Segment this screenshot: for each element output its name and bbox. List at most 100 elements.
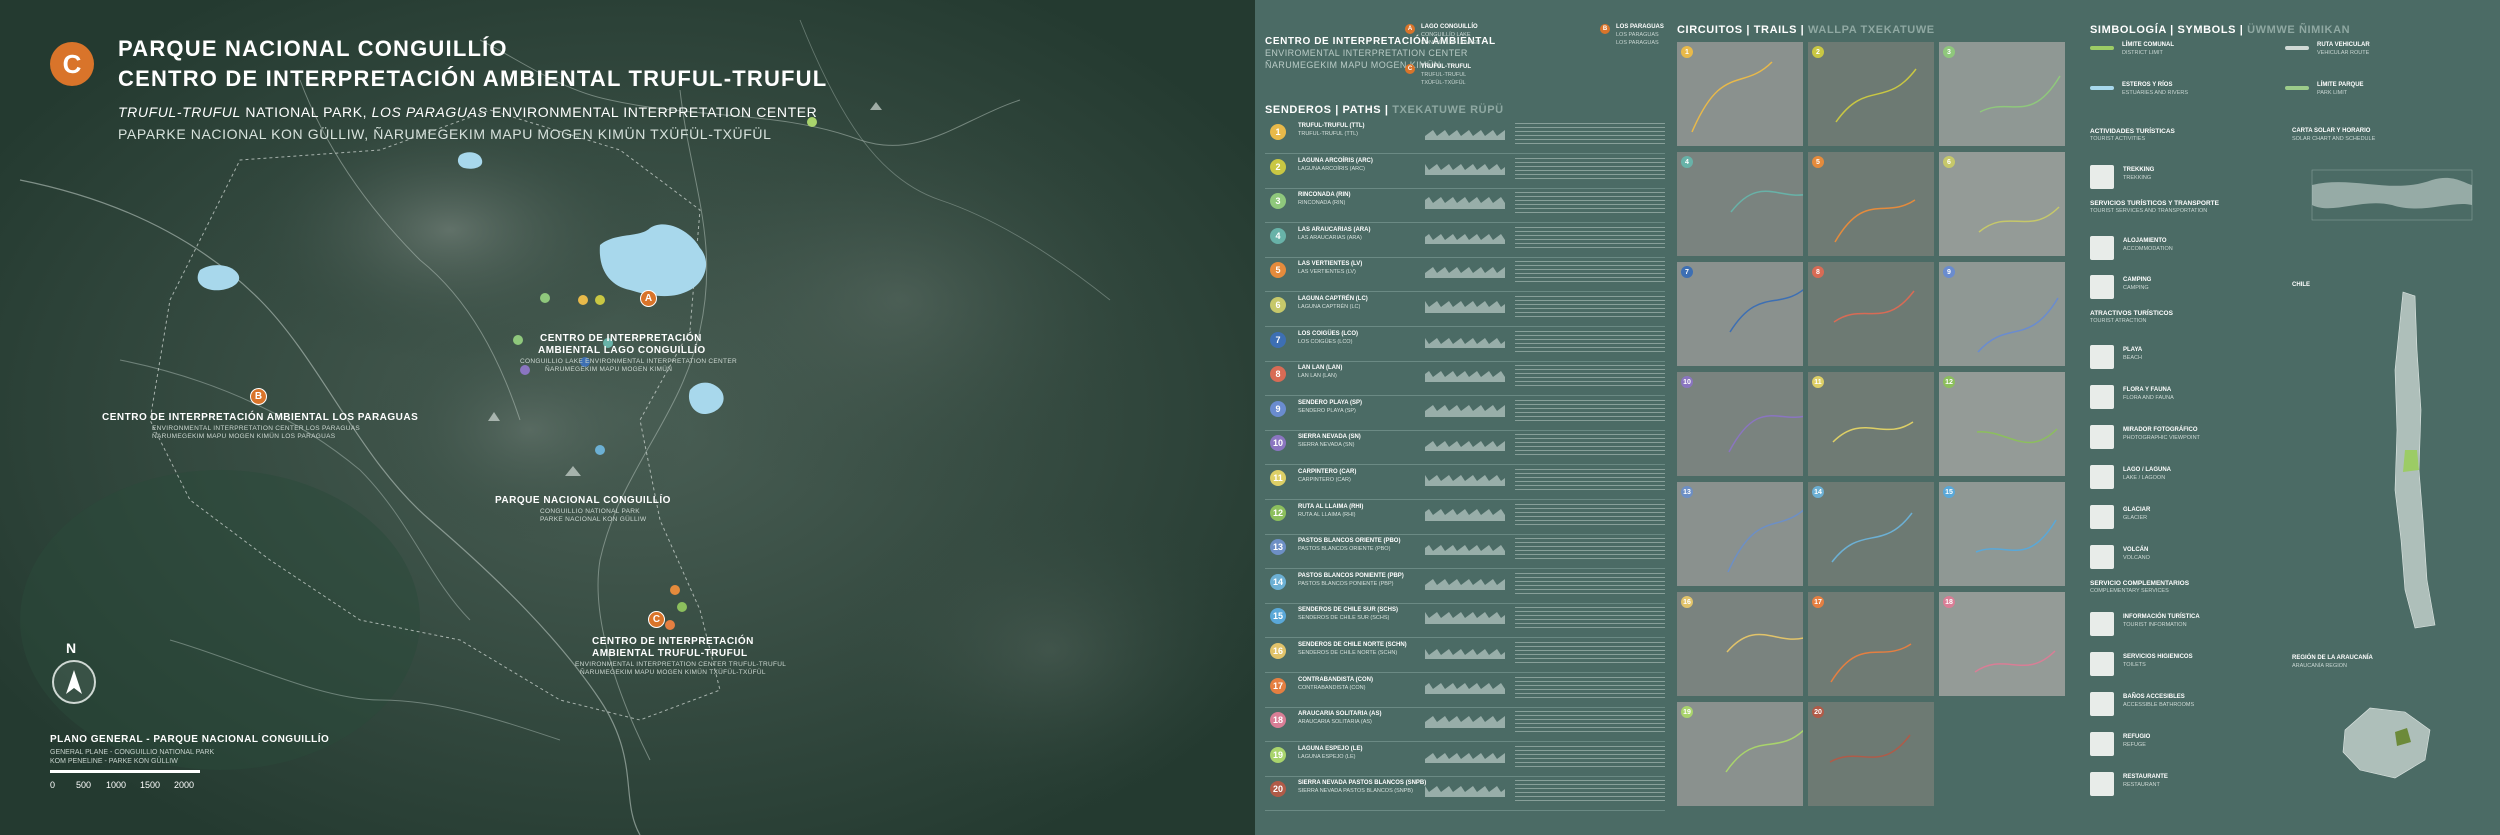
pin-a[interactable]: A	[640, 290, 657, 307]
pin-c[interactable]: C	[648, 611, 665, 628]
trail-row[interactable]: 13 PASTOS BLANCOS ORIENTE (PBO) PASTOS BLA…	[1265, 535, 1665, 570]
trail-row[interactable]: 7 LOS COIGÜES (LCO) LOS COIGÜES (LCO)	[1265, 328, 1665, 362]
trail-row[interactable]: 15 SENDEROS DE CHILE SUR (SCHS) SENDEROS D…	[1265, 604, 1665, 639]
legend-label: LÍMITE COMUNAL	[2122, 42, 2174, 48]
center-c-l1: TRUFUL-TRUFUL	[1421, 64, 1471, 70]
trail-number: 7	[1270, 331, 1286, 348]
trail-row[interactable]: 5 LAS VERTIENTES (LV) LAS VERTIENTES (LV)	[1265, 258, 1665, 293]
trail-name: LAGUNA CAPTRÉN (LC)	[1298, 296, 1368, 302]
symbol-group-title: SERVICIO COMPLEMENTARIOS	[2090, 580, 2190, 587]
symbol-label: PLAYA	[2123, 347, 2143, 353]
thumbnail-number: 8	[1812, 266, 1824, 278]
trail-thumbnail[interactable]: 3	[1939, 42, 2065, 146]
symbol-label: CAMPING	[2123, 277, 2152, 283]
center-b-l3: LOS PARAGUAS	[1616, 40, 1659, 46]
symbol-label: VOLCÁN	[2123, 547, 2149, 553]
trail-description	[1515, 226, 1665, 249]
elevation-profile	[1425, 233, 1505, 244]
trail-row[interactable]: 4 LAS ARAUCARIAS (ARA) LAS ARAUCARIAS (ARA…	[1265, 224, 1665, 258]
trail-number: 4	[1270, 227, 1286, 244]
trail-row[interactable]: 6 LAGUNA CAPTRÉN (LC) LAGUNA CAPTRÉN (LC)	[1265, 293, 1665, 327]
trail-thumbnail[interactable]: 10	[1677, 372, 1803, 476]
trail-thumbnail[interactable]: 8	[1808, 262, 1934, 366]
thumbnail-number: 16	[1681, 596, 1693, 608]
legend-symbol: SERVICIOS HIGIENICOS TOILETS	[2090, 652, 2290, 688]
thumbnail-number: 6	[1943, 156, 1955, 168]
pin-b[interactable]: B	[250, 388, 267, 405]
trail-row[interactable]: 19 LAGUNA ESPEJO (LE) LAGUNA ESPEJO (LE)	[1265, 743, 1665, 777]
trail-route	[1830, 643, 1912, 683]
trail-thumbnail[interactable]: 11	[1808, 372, 1934, 476]
symbol-label-en: REFUGE	[2123, 742, 2146, 748]
title-center: CENTRO DE INTERPRETACIÓN AMBIENTAL TRUFU…	[118, 66, 828, 91]
circuitos-header: CIRCUITOS | TRAILS | WALLPA TXEKATUWE	[1677, 24, 1935, 36]
trail-row[interactable]: 10 SIERRA NEVADA (SN) SIERRA NEVADA (SN)	[1265, 431, 1665, 466]
thumbnail-number: 20	[1812, 706, 1824, 718]
north-letter: N	[66, 640, 77, 656]
trail-row[interactable]: 14 PASTOS BLANCOS PONIENTE (PBP) PASTOS BL…	[1265, 570, 1665, 604]
trail-row[interactable]: 8 LAN LAN (LAN) LAN LAN (LAN)	[1265, 362, 1665, 397]
trail-row[interactable]: 16 SENDEROS DE CHILE NORTE (SCHN) SENDEROS…	[1265, 639, 1665, 673]
label-paraguas-sub1: ENVIRONMENTAL INTERPRETATION CENTER LOS …	[152, 425, 360, 432]
trail-thumbnail[interactable]: 18	[1939, 592, 2065, 696]
trail-description	[1515, 538, 1665, 561]
trail-route	[1691, 61, 1773, 133]
trail-name: RUTA AL LLAIMA (RHI)	[1298, 503, 1364, 510]
trail-row[interactable]: 3 RINCONADA (RIN) RINCONADA (RIN)	[1265, 189, 1665, 224]
trail-thumbnail[interactable]: 13	[1677, 482, 1803, 586]
trail-row[interactable]: 2 LAGUNA ARCOÍRIS (ARC) LAGUNA ARCOÍRIS (A…	[1265, 155, 1665, 189]
trail-thumbnail[interactable]: 14	[1808, 482, 1934, 586]
trail-thumbnail[interactable]: 5	[1808, 152, 1934, 256]
trail-thumbnail[interactable]: 1	[1677, 42, 1803, 146]
legend-symbol: MIRADOR FOTOGRÁFICO PHOTOGRAPHIC VIEWPOIN…	[2090, 425, 2290, 461]
legend-label: VEHICULAR ROUTE	[2317, 50, 2370, 56]
trail-row[interactable]: 17 CONTRABANDISTA (CON) CONTRABANDISTA (CO…	[1265, 674, 1665, 708]
elevation-profile	[1425, 545, 1505, 556]
araucania-map	[2342, 707, 2431, 779]
trail-row[interactable]: 9 SENDERO PLAYA (SP) SENDERO PLAYA (SP)	[1265, 397, 1665, 431]
label-truful-1: CENTRO DE INTERPRETACIÓN	[592, 636, 754, 647]
symbol-label: GLACIAR	[2123, 507, 2151, 513]
thumbnail-number: 17	[1812, 596, 1824, 608]
legend-swatch	[2090, 46, 2114, 50]
solar-sub: SOLAR CHART AND SCHEDULE	[2292, 136, 2376, 142]
glacier-icon	[2090, 505, 2114, 529]
trail-thumbnail[interactable]: 19	[1677, 702, 1803, 806]
trail-thumbnail[interactable]: 6	[1939, 152, 2065, 256]
label-truful-2: AMBIENTAL TRUFUL-TRUFUL	[592, 648, 748, 659]
trail-description	[1515, 780, 1665, 803]
trail-name: TRUFUL-TRUFUL (TTL)	[1298, 123, 1365, 129]
trail-name-en: SIERRA NEVADA PASTOS BLANCOS (SNPB)	[1298, 788, 1413, 795]
trail-thumbnail[interactable]: 7	[1677, 262, 1803, 366]
trail-name-en: LAN LAN (LAN)	[1298, 373, 1337, 380]
trail-thumbnail[interactable]: 2	[1808, 42, 1934, 146]
trail-row[interactable]: 1 TRUFUL-TRUFUL (TTL) TRUFUL-TRUFUL (TTL)	[1265, 120, 1665, 154]
trail-name: SENDERO PLAYA (SP)	[1298, 399, 1363, 406]
trail-thumbnail[interactable]: 4	[1677, 152, 1803, 256]
thumbnail-number: 12	[1943, 376, 1955, 388]
thumbnail-number: 18	[1943, 596, 1955, 608]
trail-row[interactable]: 20 SIERRA NEVADA PASTOS BLANCOS (SNPB) SIE…	[1265, 777, 1665, 812]
trail-row[interactable]: 12 RUTA AL LLAIMA (RHI) RUTA AL LLAIMA (RH…	[1265, 501, 1665, 535]
trail-route	[1730, 190, 1803, 213]
trail-thumbnail[interactable]: 17	[1808, 592, 1934, 696]
north-arrow-icon	[52, 660, 96, 704]
trail-thumbnail[interactable]: 16	[1677, 592, 1803, 696]
trail-thumbnail[interactable]: 15	[1939, 482, 2065, 586]
scale-bar	[50, 770, 200, 773]
trail-thumbnail[interactable]: 12	[1939, 372, 2065, 476]
trail-thumbnail[interactable]: 9	[1939, 262, 2065, 366]
trail-row[interactable]: 18 ARAUCARIA SOLITARIA (AS) ARAUCARIA SOLI…	[1265, 708, 1665, 743]
symbol-group-title: SERVICIOS TURÍSTICOS Y TRANSPORTE	[2090, 200, 2219, 207]
legend-label: ESTUARIES AND RIVERS	[2122, 90, 2189, 96]
symbol-group-sub: COMPLEMENTARY SERVICES	[2090, 588, 2169, 594]
trail-row[interactable]: 11 CARPINTERO (CAR) CARPINTERO (CAR)	[1265, 466, 1665, 500]
trail-thumbnail[interactable]: 20	[1808, 702, 1934, 806]
trail-description	[1515, 676, 1665, 699]
symbol-label-en: TOILETS	[2123, 662, 2146, 668]
trail-number: 10	[1270, 435, 1286, 452]
trail-name-en: SENDERO PLAYA (SP)	[1298, 407, 1356, 414]
legend-label: DISTRICT LIMIT	[2122, 50, 2163, 56]
center-a-l3: KON GÜLLIW LAWKEN	[1421, 40, 1481, 46]
trail-number: 3	[1270, 193, 1286, 210]
